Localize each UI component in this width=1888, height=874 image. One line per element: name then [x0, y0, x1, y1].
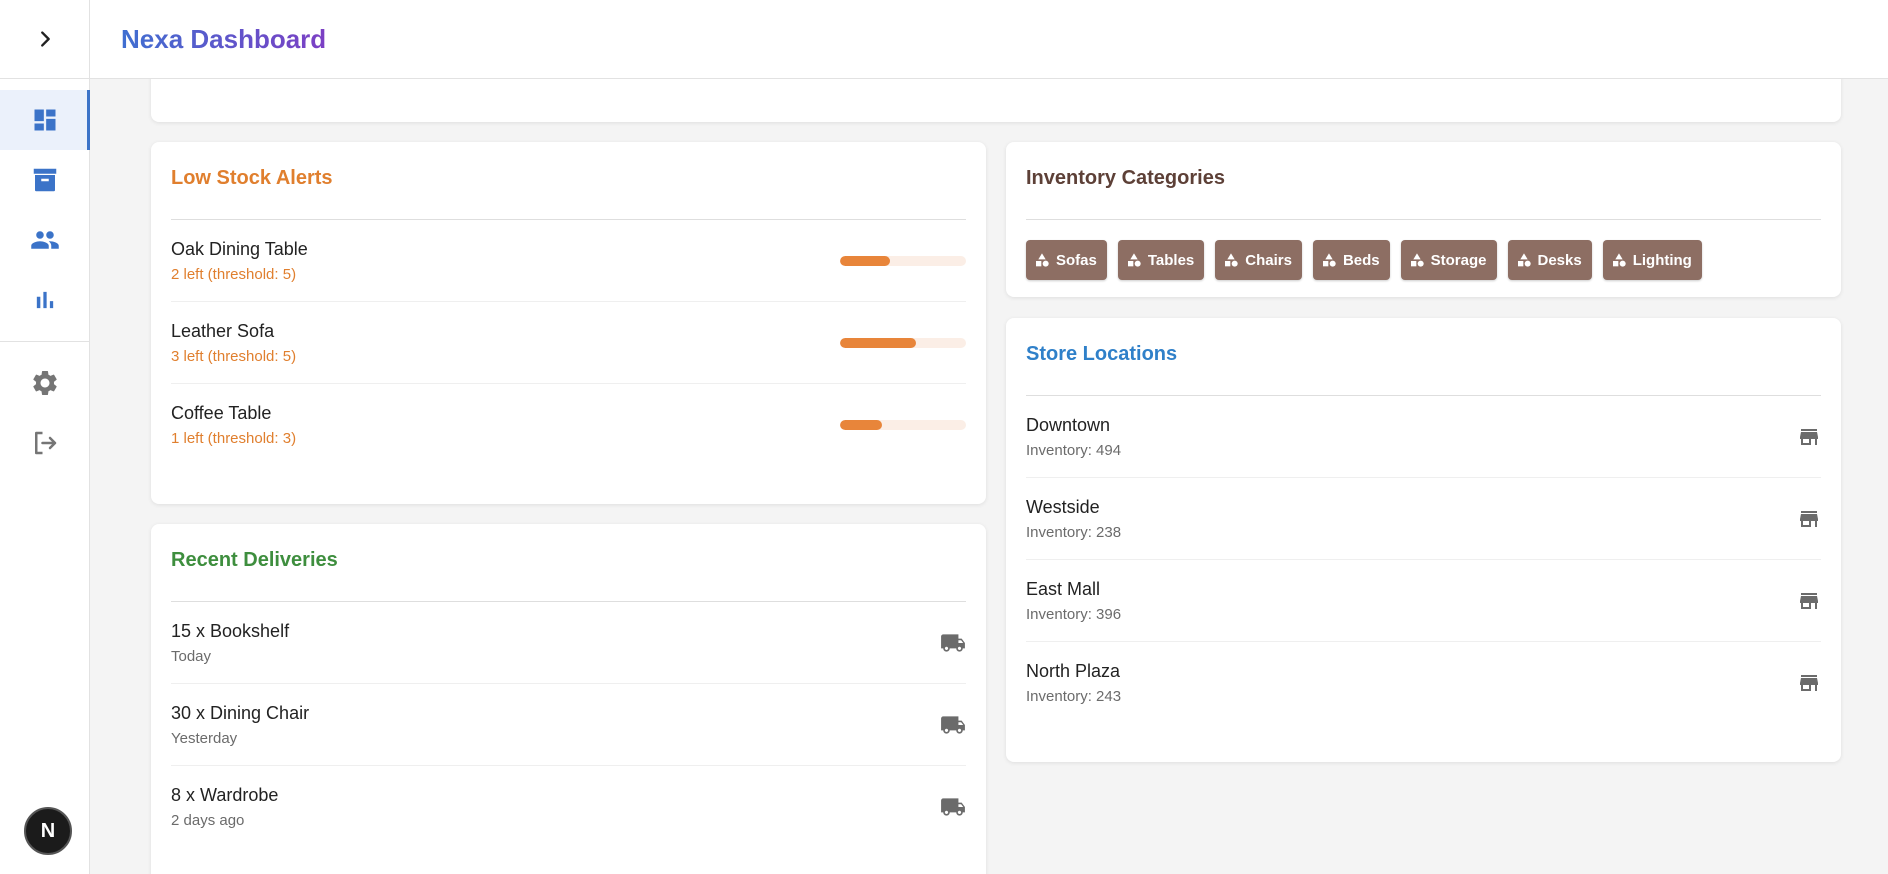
sidebar-item-logout[interactable] — [0, 413, 89, 473]
gear-icon — [32, 371, 57, 395]
category-icon — [1517, 253, 1531, 267]
stock-level-bar — [840, 337, 966, 348]
category-label: Lighting — [1632, 251, 1692, 269]
people-icon — [30, 231, 59, 249]
delivery-time: Yesterday — [171, 729, 238, 747]
low-stock-card: Low Stock Alerts Oak Dining Table 2 left… — [151, 142, 986, 504]
delivery-name: 30 x Dining Chair — [171, 702, 310, 723]
category-icon — [1127, 253, 1141, 267]
category-chip-tables[interactable]: Tables — [1117, 240, 1205, 280]
sidebar-item-inventory[interactable] — [0, 150, 89, 210]
category-icon — [1225, 253, 1238, 267]
logout-icon — [34, 431, 56, 455]
store-name: North Plaza — [1026, 661, 1121, 681]
store-inventory: Inventory: 238 — [1026, 523, 1122, 541]
sidebar-item-settings[interactable] — [0, 353, 89, 413]
stores-card: Store Locations Downtown Inventory: 494 … — [1006, 318, 1841, 762]
sidebar-item-dashboard[interactable] — [0, 90, 90, 150]
category-label: Tables — [1147, 251, 1195, 269]
list-item[interactable]: Leather Sofa 3 left (threshold: 5) — [171, 302, 966, 384]
delivery-name: 8 x Wardrobe — [171, 785, 279, 805]
item-status: 3 left (threshold: 5) — [171, 347, 297, 365]
category-chip-sofas[interactable]: Sofas — [1026, 240, 1107, 280]
category-label: Chairs — [1245, 251, 1292, 269]
store-name: Westside — [1026, 496, 1100, 517]
item-status: 2 left (threshold: 5) — [171, 265, 297, 283]
main-content: Low Stock Alerts Oak Dining Table 2 left… — [122, 0, 1888, 874]
item-name: Coffee Table — [171, 403, 272, 423]
category-label: Storage — [1430, 251, 1487, 269]
delivery-name: 15 x Bookshelf — [171, 620, 290, 641]
list-item[interactable]: East Mall Inventory: 396 — [1026, 560, 1821, 642]
avatar[interactable]: N — [24, 807, 72, 855]
category-chip-desks[interactable]: Desks — [1507, 240, 1592, 280]
list-item[interactable]: 30 x Dining Chair Yesterday — [171, 684, 966, 766]
item-name: Leather Sofa — [171, 320, 275, 341]
store-inventory: Inventory: 396 — [1026, 605, 1122, 623]
list-item[interactable]: North Plaza Inventory: 243 — [1026, 642, 1821, 724]
store-icon — [1797, 589, 1821, 613]
category-chips: Sofas Tables Chairs Beds Storage Desks L… — [1026, 220, 1821, 280]
item-name: Oak Dining Table — [171, 238, 308, 259]
store-icon — [1797, 425, 1821, 449]
stock-level-fill — [840, 420, 882, 430]
category-icon — [1322, 253, 1336, 267]
stores-list: Downtown Inventory: 494 Westside Invento… — [1026, 396, 1821, 724]
categories-card: Inventory Categories Sofas Tables Chairs… — [1006, 142, 1841, 297]
categories-title: Inventory Categories — [1026, 142, 1821, 220]
sidebar-toggle-button[interactable] — [0, 0, 89, 79]
dashboard-icon — [34, 109, 55, 131]
store-inventory: Inventory: 243 — [1026, 688, 1122, 705]
stock-level-fill — [840, 337, 916, 348]
delivery-time: 2 days ago — [171, 812, 245, 829]
page-title: Nexa Dashboard — [121, 23, 327, 54]
category-icon — [1612, 253, 1626, 267]
bar-chart-icon — [36, 291, 53, 309]
category-label: Desks — [1537, 251, 1582, 269]
item-status: 1 left (threshold: 3) — [171, 430, 297, 447]
category-label: Beds — [1342, 251, 1380, 269]
list-item[interactable]: Coffee Table 1 left (threshold: 3) — [171, 384, 966, 466]
truck-icon — [940, 794, 966, 820]
category-chip-lighting[interactable]: Lighting — [1602, 240, 1702, 280]
deliveries-title: Recent Deliveries — [171, 524, 966, 602]
truck-icon — [940, 630, 966, 656]
list-item[interactable]: 15 x Bookshelf Today — [171, 602, 966, 684]
store-name: East Mall — [1026, 578, 1101, 599]
top-header: Nexa Dashboard — [90, 0, 1888, 79]
category-label: Sofas — [1056, 251, 1097, 269]
truck-icon — [940, 712, 966, 738]
store-icon — [1797, 671, 1821, 695]
sidebar: N — [0, 0, 90, 874]
stock-level-bar — [840, 420, 966, 430]
list-item[interactable]: 8 x Wardrobe 2 days ago — [171, 766, 966, 848]
list-item[interactable]: Downtown Inventory: 494 — [1026, 396, 1821, 478]
stock-level-fill — [840, 255, 891, 266]
category-chip-chairs[interactable]: Chairs — [1215, 240, 1302, 280]
list-item[interactable]: Westside Inventory: 238 — [1026, 478, 1821, 560]
list-item[interactable]: Oak Dining Table 2 left (threshold: 5) — [171, 220, 966, 302]
sidebar-item-customers[interactable] — [0, 210, 89, 270]
store-name: Downtown — [1026, 414, 1111, 435]
store-inventory: Inventory: 494 — [1026, 441, 1122, 459]
store-icon — [1797, 507, 1821, 531]
deliveries-card: Recent Deliveries 15 x Bookshelf Today 3… — [151, 524, 986, 874]
stores-title: Store Locations — [1026, 318, 1821, 396]
deliveries-list: 15 x Bookshelf Today 30 x Dining Chair Y… — [171, 602, 966, 848]
low-stock-title: Low Stock Alerts — [171, 142, 966, 220]
archive-icon — [33, 168, 56, 192]
category-icon — [1410, 253, 1424, 267]
category-chip-beds[interactable]: Beds — [1312, 240, 1390, 280]
stock-level-bar — [840, 255, 966, 266]
sidebar-item-reports[interactable] — [0, 270, 89, 330]
avatar-letter: N — [40, 819, 56, 842]
delivery-time: Today — [171, 647, 212, 665]
low-stock-list: Oak Dining Table 2 left (threshold: 5) L… — [171, 220, 966, 466]
category-icon — [1036, 253, 1049, 267]
category-chip-storage[interactable]: Storage — [1400, 240, 1497, 280]
chevron-right-icon — [40, 31, 50, 47]
